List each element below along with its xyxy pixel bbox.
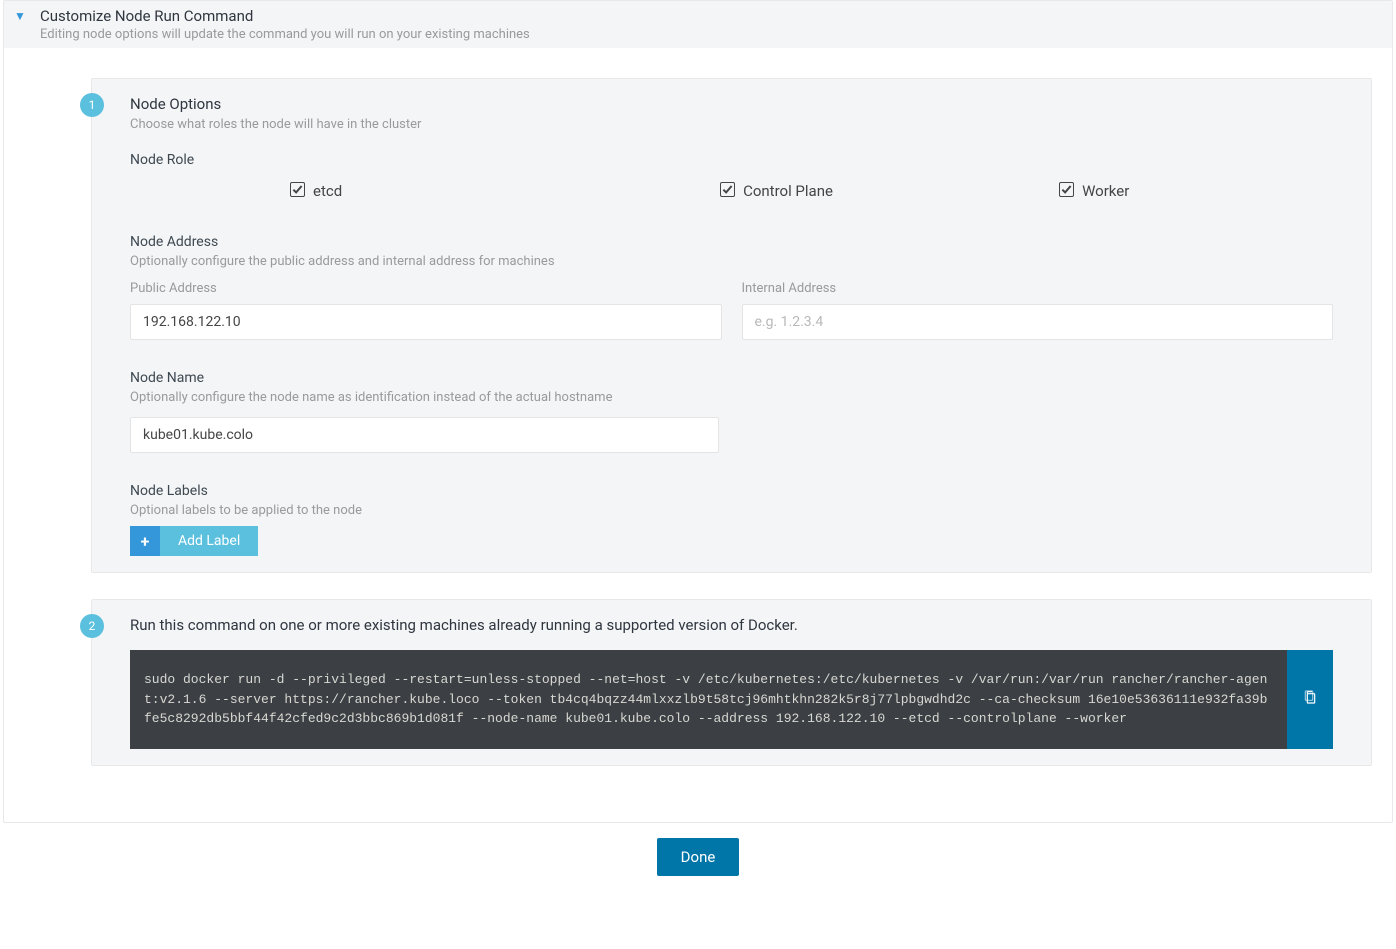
step-1-badge: 1 [80, 93, 104, 117]
node-name-sub: Optionally configure the node name as id… [130, 390, 1333, 405]
node-address-label: Node Address [130, 234, 1333, 250]
command-text[interactable]: sudo docker run -d --privileged --restar… [130, 650, 1287, 749]
public-address-input[interactable] [130, 304, 722, 340]
node-name-label: Node Name [130, 370, 1333, 386]
footer: Done [0, 838, 1396, 892]
node-labels-label: Node Labels [130, 483, 1333, 499]
checkbox-etcd-icon[interactable] [290, 182, 305, 197]
expand-toggle-icon[interactable]: ▼ [14, 9, 32, 23]
header-text: Customize Node Run Command Editing node … [40, 7, 1382, 42]
node-name-input[interactable] [130, 417, 719, 453]
content-area: 1 Node Options Choose what roles the nod… [4, 48, 1392, 822]
plus-icon: + [130, 526, 160, 556]
checkbox-worker-icon[interactable] [1059, 182, 1074, 197]
add-label-button[interactable]: + Add Label [130, 526, 258, 556]
internal-address-label: Internal Address [742, 281, 1334, 296]
role-etcd[interactable]: etcd [130, 182, 608, 200]
node-role-row: etcd Control Plane Worker [130, 182, 1333, 200]
role-control-plane-label: Control Plane [743, 182, 833, 200]
clipboard-icon [1302, 689, 1318, 709]
role-worker[interactable]: Worker [935, 182, 1333, 200]
step-2-title: Run this command on one or more existing… [130, 616, 1333, 634]
command-wrap: sudo docker run -d --privileged --restar… [130, 650, 1333, 749]
header-bar: ▼ Customize Node Run Command Editing nod… [4, 1, 1392, 48]
internal-address-input[interactable] [742, 304, 1334, 340]
internal-address-col: Internal Address [742, 281, 1334, 340]
done-button[interactable]: Done [657, 838, 740, 876]
node-address-sub: Optionally configure the public address … [130, 254, 1333, 269]
add-label-text: Add Label [160, 526, 258, 556]
node-labels-sub: Optional labels to be applied to the nod… [130, 503, 1333, 518]
copy-command-button[interactable] [1287, 650, 1333, 749]
role-worker-label: Worker [1082, 182, 1129, 200]
role-etcd-label: etcd [313, 182, 342, 200]
node-options-subtitle: Choose what roles the node will have in … [130, 117, 1333, 132]
checkbox-control-plane-icon[interactable] [720, 182, 735, 197]
public-address-col: Public Address [130, 281, 722, 340]
header-subtitle: Editing node options will update the com… [40, 27, 1382, 42]
step-2-block: 2 Run this command on one or more existi… [91, 599, 1372, 766]
address-row: Public Address Internal Address [130, 281, 1333, 340]
header-title: Customize Node Run Command [40, 7, 1382, 25]
node-role-label: Node Role [130, 152, 1333, 168]
step-1-block: 1 Node Options Choose what roles the nod… [91, 78, 1372, 573]
main-card: ▼ Customize Node Run Command Editing nod… [3, 0, 1393, 823]
role-control-plane[interactable]: Control Plane [608, 182, 936, 200]
node-options-title: Node Options [130, 95, 1333, 113]
public-address-label: Public Address [130, 281, 722, 296]
step-2-badge: 2 [80, 614, 104, 638]
